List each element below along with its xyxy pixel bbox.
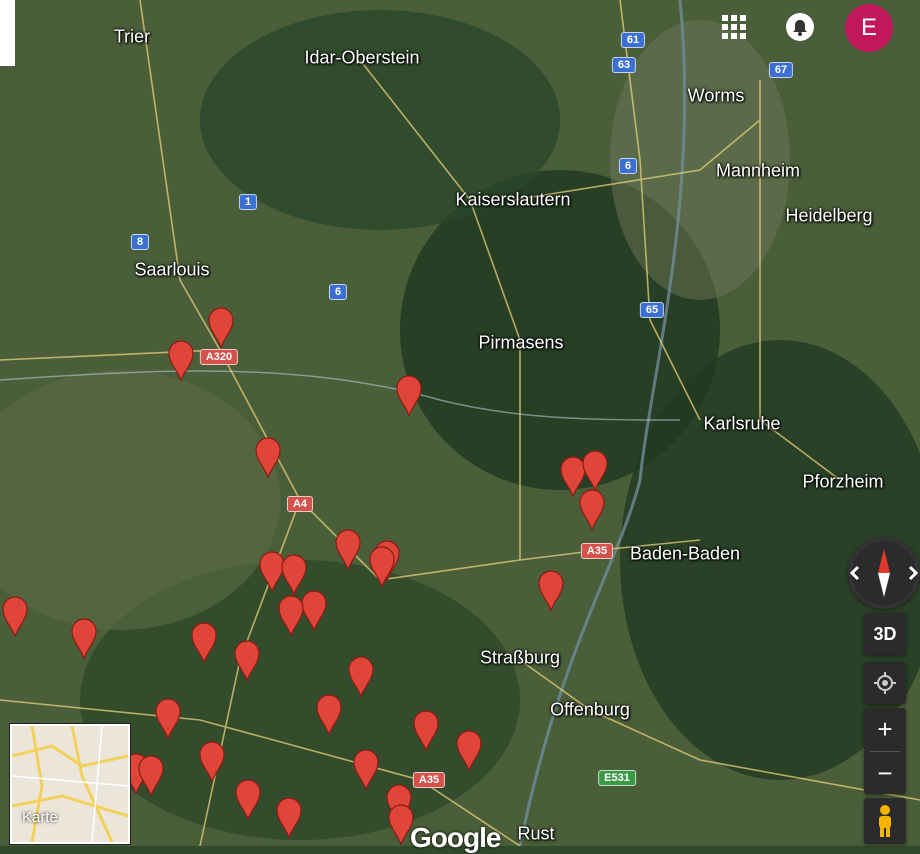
city-label[interactable]: Idar-Oberstein (304, 48, 419, 69)
map-marker-icon[interactable] (581, 448, 609, 492)
city-label[interactable]: Rust (517, 824, 554, 845)
city-label[interactable]: Kaiserslautern (455, 190, 570, 211)
road-shield: 67 (768, 62, 794, 78)
city-label[interactable]: Mannheim (716, 161, 800, 182)
road-shield: 61 (620, 32, 646, 48)
city-label[interactable]: Pforzheim (802, 472, 883, 493)
left-panel-edge[interactable] (0, 0, 15, 66)
map-type-label: Karte (22, 809, 58, 826)
map-marker-icon[interactable] (412, 708, 440, 752)
map-marker-icon[interactable] (234, 777, 262, 821)
3d-button-label: 3D (873, 623, 897, 644)
road-shield: E531 (598, 770, 636, 786)
map-marker-icon[interactable] (537, 568, 565, 612)
city-label[interactable]: Pirmasens (478, 333, 563, 354)
city-label[interactable]: Offenburg (550, 700, 630, 721)
3d-button[interactable]: 3D (864, 613, 906, 655)
map-marker-icon[interactable] (275, 795, 303, 839)
map-marker-icon[interactable] (578, 487, 606, 531)
road-shield: 8 (130, 234, 150, 250)
map-marker-icon[interactable] (137, 753, 165, 797)
apps-grid-icon[interactable] (721, 14, 747, 40)
road-shield: 63 (611, 57, 637, 73)
map-marker-icon[interactable] (70, 616, 98, 660)
map-terrain (0, 0, 920, 847)
map-marker-icon[interactable] (207, 305, 235, 349)
city-label[interactable]: Saarlouis (134, 260, 209, 281)
map-marker-icon[interactable] (347, 654, 375, 698)
map-marker-icon[interactable] (1, 594, 29, 638)
zoom-in-label: + (877, 714, 893, 744)
road-shield: A4 (286, 496, 314, 512)
city-label[interactable]: Worms (688, 86, 745, 107)
compass-icon[interactable] (848, 537, 920, 609)
road-shield: 6 (328, 284, 348, 300)
road-shield: 1 (238, 194, 258, 210)
map-marker-icon[interactable] (154, 696, 182, 740)
map-marker-icon[interactable] (334, 527, 362, 571)
zoom-in-button[interactable]: + (864, 708, 906, 751)
map-marker-icon[interactable] (395, 373, 423, 417)
satellite-map[interactable] (0, 0, 920, 847)
zoom-control: + − (864, 708, 906, 794)
city-label[interactable]: Trier (114, 27, 150, 48)
avatar[interactable]: E (845, 4, 893, 52)
road-shield: A320 (199, 349, 239, 365)
road-shield: 6 (618, 158, 638, 174)
road-shield: A35 (412, 772, 446, 788)
map-marker-icon[interactable] (254, 435, 282, 479)
zoom-out-label: − (877, 757, 893, 788)
city-label[interactable]: Heidelberg (785, 206, 872, 227)
map-marker-icon[interactable] (190, 620, 218, 664)
city-label[interactable]: Straßburg (480, 648, 560, 669)
map-marker-icon[interactable] (277, 593, 305, 637)
avatar-letter: E (860, 14, 877, 41)
google-logo: Google (410, 822, 501, 853)
road-shield: 65 (639, 302, 665, 318)
map-marker-icon[interactable] (368, 544, 396, 588)
road-shield: A35 (580, 543, 614, 559)
map-type-toggle[interactable]: Karte (9, 723, 131, 845)
pegman-icon[interactable] (864, 798, 906, 844)
map-marker-icon[interactable] (233, 638, 261, 682)
map-marker-icon[interactable] (352, 747, 380, 791)
city-label[interactable]: Baden-Baden (630, 544, 740, 565)
map-marker-icon[interactable] (315, 692, 343, 736)
map-marker-icon[interactable] (198, 739, 226, 783)
map-marker-icon[interactable] (455, 728, 483, 772)
zoom-out-button[interactable]: − (864, 752, 906, 794)
my-location-icon[interactable] (864, 662, 906, 704)
city-label[interactable]: Karlsruhe (703, 414, 780, 435)
map-marker-icon[interactable] (167, 338, 195, 382)
bell-icon[interactable] (785, 12, 815, 42)
